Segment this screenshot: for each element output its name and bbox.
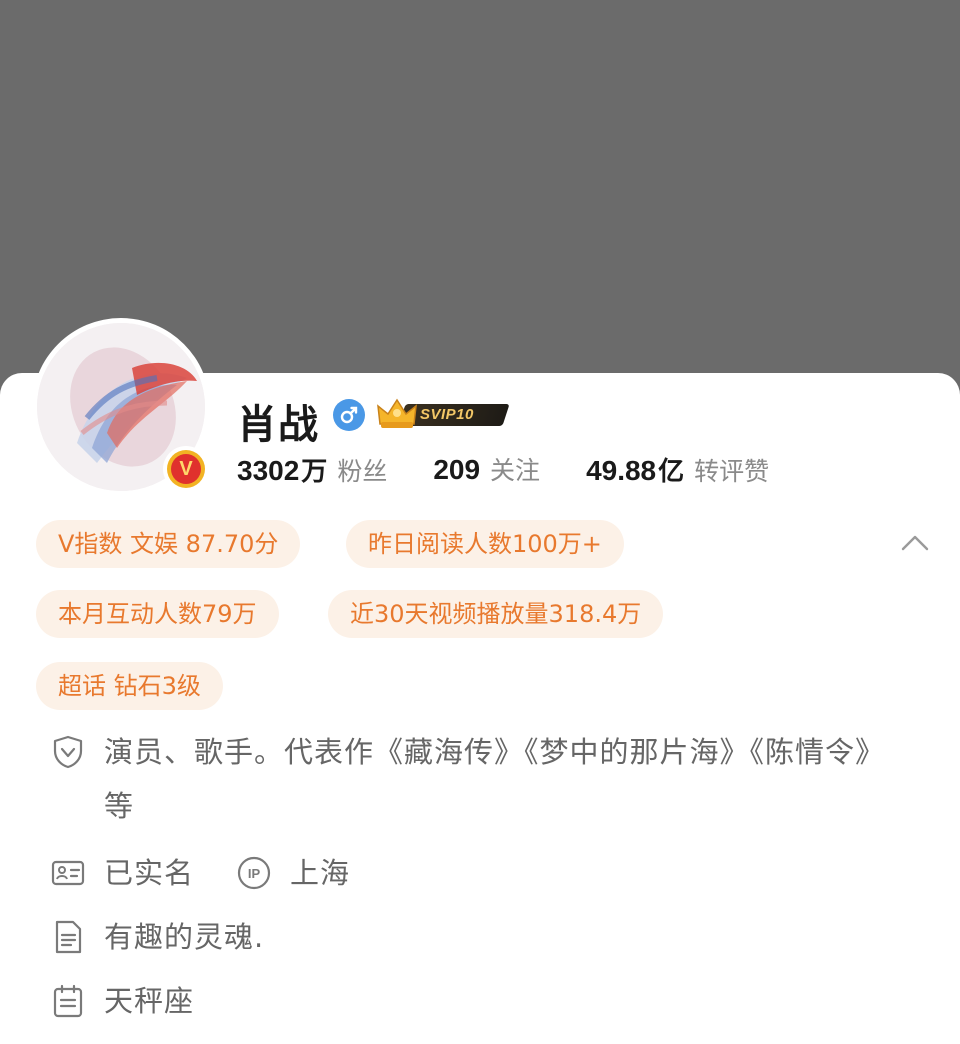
bio-text: 有趣的灵魂. [104,920,265,954]
verified-description: 演员、歌手。代表作《藏海传》《梦中的那片海》《陈情令》等 [104,735,886,823]
tag-yesterday-readers[interactable]: 昨日阅读人数100万+ [346,520,624,568]
svg-text:IP: IP [248,866,261,881]
realname-row: 已实名 [50,846,194,900]
tag-super-topic[interactable]: 超话 钻石3级 [36,662,223,710]
fans-stat[interactable]: 3302 万 粉丝 [237,451,387,488]
constellation-row: 天秤座 [50,974,194,1028]
chevron-up-icon[interactable] [898,528,932,558]
constellation-text: 天秤座 [104,984,195,1018]
fans-count: 3302 [237,454,300,486]
bio-row: 有趣的灵魂. [50,910,264,964]
following-count: 209 [433,454,481,485]
verified-description-row: 演员、歌手。代表作《藏海传》《梦中的那片海》《陈情令》等 [50,725,904,833]
likes-stat[interactable]: 49.88 亿 转评赞 [586,451,769,488]
fans-label: 粉丝 [337,456,388,486]
male-icon [333,399,365,431]
ip-location-text: 上海 [290,856,351,890]
tag-video-plays[interactable]: 近30天视频播放量318.4万 [328,590,664,638]
profile-stats: 3302 万 粉丝 209 关注 49.88 亿 转评赞 [237,446,815,492]
document-icon [50,919,86,955]
ip-icon: IP [236,855,272,891]
tag-v-index[interactable]: V指数 文娱 87.70分 [36,520,301,568]
tag-monthly-interactions[interactable]: 本月互动人数79万 [36,590,279,638]
calendar-icon [50,983,86,1019]
svip-badge[interactable]: SVIP10 [376,396,510,432]
verified-v-badge: V [163,446,209,492]
likes-count: 49.88 [586,454,657,486]
svip-label: SVIP10 [420,406,474,423]
realname-text: 已实名 [104,856,195,890]
v-icon: V [171,454,201,484]
following-stat[interactable]: 209 关注 [433,451,540,487]
profile-name: 肖战 [237,402,319,448]
likes-unit: 亿 [658,456,685,487]
crown-icon [377,398,417,428]
likes-label: 转评赞 [694,456,770,486]
following-label: 关注 [490,456,541,485]
id-card-icon [50,855,86,891]
shield-check-icon [50,734,86,770]
ip-location-row: IP 上海 [236,846,350,900]
fans-unit: 万 [301,456,328,487]
